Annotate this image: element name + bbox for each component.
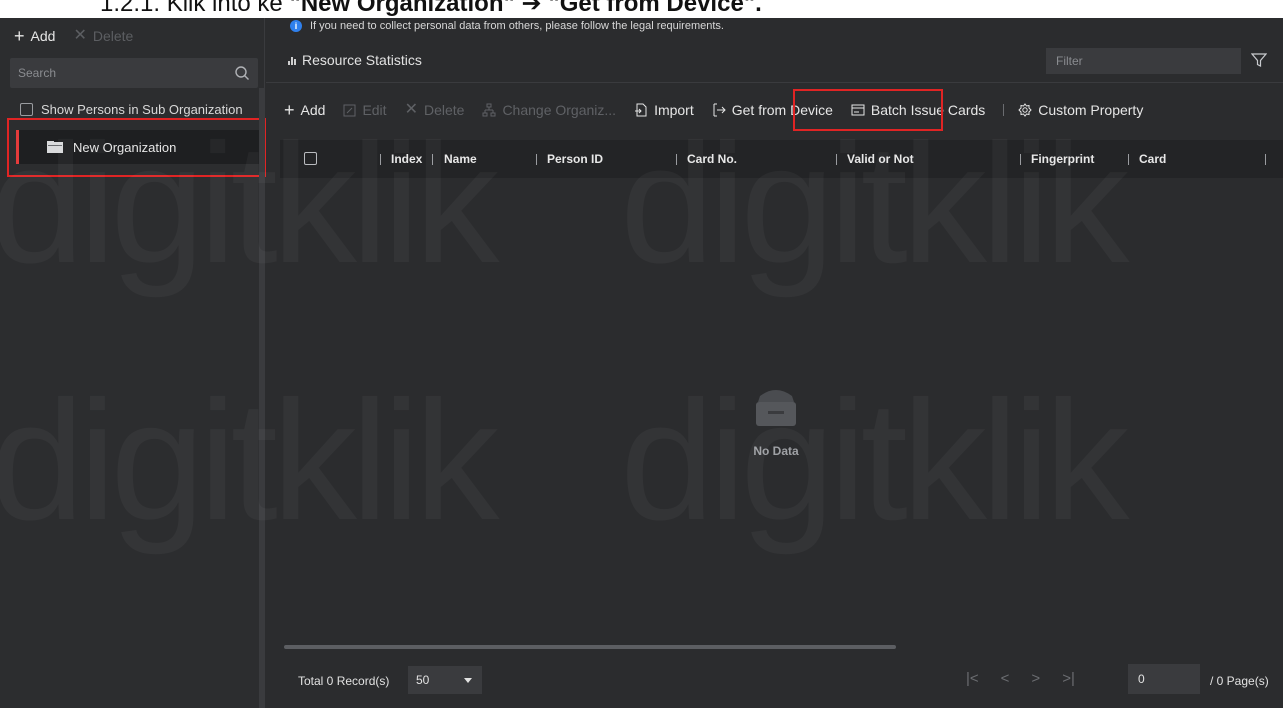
funnel-icon[interactable] — [1251, 52, 1267, 68]
sidebar-divider[interactable] — [259, 88, 265, 708]
column-header-person-id[interactable]: Person ID — [536, 152, 603, 166]
checkbox-box[interactable] — [20, 103, 33, 116]
close-icon: ✕ — [404, 101, 418, 118]
plus-icon: + — [284, 100, 295, 120]
sidebar-toolbar: + Add ✕ Delete — [14, 26, 133, 46]
previous-page-icon[interactable]: < — [1001, 670, 1010, 687]
highlight-box-organization — [7, 118, 266, 177]
select-all-checkbox[interactable] — [304, 152, 317, 165]
legal-notice: i If you need to collect personal data f… — [290, 20, 724, 32]
column-header-name[interactable]: Name — [444, 152, 477, 166]
delete-person-button[interactable]: ✕ Delete — [404, 101, 465, 119]
delete-label: Delete — [92, 28, 134, 44]
first-page-icon[interactable]: |< — [966, 670, 979, 687]
edit-label: Edit — [362, 102, 387, 118]
add-organization-button[interactable]: + Add — [14, 27, 55, 45]
next-page-icon[interactable]: > — [1031, 670, 1040, 687]
person-toolbar: + Add Edit ✕ Delete Change Organiz... Im… — [284, 92, 1161, 128]
change-organization-button[interactable]: Change Organiz... — [482, 102, 616, 118]
legal-notice-text: If you need to collect personal data fro… — [310, 20, 724, 32]
column-header-more[interactable] — [1265, 152, 1276, 166]
no-data-label: No Data — [753, 444, 799, 458]
pager-controls: |< < > >| — [966, 670, 1075, 687]
heading-arrow: ➔ — [514, 0, 549, 17]
person-main-panel: i If you need to collect personal data f… — [266, 18, 1283, 708]
resource-statistics-link[interactable]: Resource Statistics — [288, 52, 422, 68]
toolbar-separator — [1003, 104, 1005, 116]
pagination-footer: Total 0 Record(s) 50 |< < > >| / 0 Page(… — [266, 658, 1283, 708]
total-records-label: Total 0 Record(s) — [298, 674, 390, 688]
delete-organization-button[interactable]: ✕ Delete — [73, 27, 134, 45]
page-number-input[interactable] — [1128, 664, 1200, 694]
column-header-index[interactable]: Index — [380, 152, 434, 166]
add-label: Add — [30, 28, 56, 44]
plus-icon: + — [14, 26, 25, 46]
import-label: Import — [654, 102, 694, 118]
custom-property-button[interactable]: Custom Property — [1018, 102, 1143, 118]
column-header-valid[interactable]: Valid or Not — [836, 152, 914, 166]
filter-input[interactable] — [1046, 48, 1241, 74]
bar-chart-icon — [288, 55, 296, 65]
search-input[interactable] — [10, 58, 230, 88]
search-icon[interactable] — [234, 65, 250, 81]
resource-statistics-label: Resource Statistics — [302, 52, 422, 68]
page-size-value: 50 — [416, 673, 430, 687]
heading-org: "New Organization" — [289, 0, 515, 17]
page-number-field — [1128, 664, 1200, 694]
heading-action: "Get from Device". — [548, 0, 762, 17]
delete-person-label: Delete — [423, 102, 465, 118]
organization-search — [10, 58, 258, 88]
show-sub-org-label: Show Persons in Sub Organization — [41, 102, 243, 117]
horizontal-scrollbar[interactable] — [284, 645, 896, 649]
close-icon: ✕ — [73, 27, 87, 44]
caret-down-icon — [464, 678, 472, 683]
heading-prefix: 1.2.1. Klik into ke — [100, 0, 290, 17]
page-size-select[interactable]: 50 — [408, 666, 482, 694]
last-page-icon[interactable]: >| — [1062, 670, 1075, 687]
column-header-card-no[interactable]: Card No. — [676, 152, 737, 166]
document-heading: 1.2.1. Klik into ke "New Organization" ➔… — [100, 0, 762, 18]
gear-icon — [1018, 103, 1032, 117]
total-pages-label: / 0 Page(s) — [1210, 674, 1269, 688]
custom-property-label: Custom Property — [1038, 102, 1144, 118]
export-arrow-icon — [713, 103, 726, 117]
column-header-card[interactable]: Card — [1128, 152, 1166, 166]
person-table-header: Index Name Person ID Card No. Valid or N… — [280, 140, 1283, 178]
import-icon — [635, 103, 647, 117]
app-window: + Add ✕ Delete Show Persons in Sub Organ… — [0, 18, 1283, 708]
add-person-button[interactable]: + Add — [284, 101, 325, 119]
change-org-label: Change Organiz... — [502, 102, 617, 118]
add-person-label: Add — [300, 102, 326, 118]
highlight-box-get-from-device — [793, 89, 943, 131]
filter-field — [1046, 48, 1241, 74]
import-button[interactable]: Import — [634, 102, 694, 118]
edit-person-button[interactable]: Edit — [343, 102, 387, 118]
edit-icon — [343, 104, 356, 116]
hierarchy-icon — [482, 103, 496, 117]
organization-sidebar: + Add ✕ Delete Show Persons in Sub Organ… — [0, 18, 266, 708]
show-sub-org-checkbox[interactable]: Show Persons in Sub Organization — [20, 102, 243, 117]
column-header-fingerprint[interactable]: Fingerprint — [1020, 152, 1094, 166]
empty-inbox-icon — [756, 390, 796, 426]
info-icon: i — [290, 20, 302, 32]
header-divider — [266, 82, 1283, 83]
